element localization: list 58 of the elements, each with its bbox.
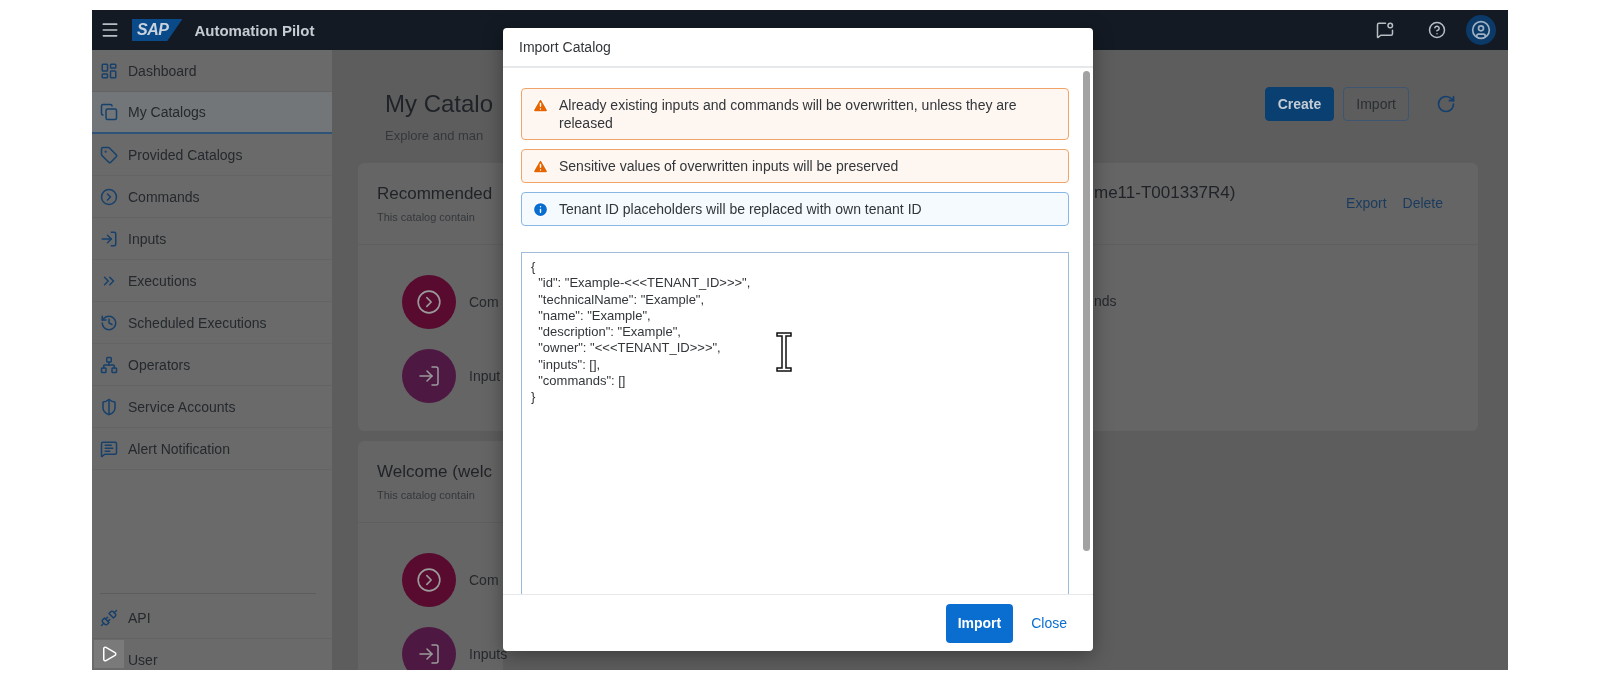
sidebar-label: Scheduled Executions [128,314,267,331]
scrollbar[interactable] [1083,71,1090,551]
sidebar-label: API [128,609,151,626]
shield-icon [100,397,118,416]
sidebar-label: Service Accounts [128,398,236,415]
message-icon [100,439,118,458]
entry-label: Com [469,572,499,588]
page-title: My Catalo [385,90,495,118]
close-button[interactable]: Close [1019,603,1079,643]
play-button[interactable] [94,640,124,668]
dialog-title: Import Catalog [503,28,1093,68]
entry-label: Input [469,368,501,384]
history-icon [100,313,118,332]
message-text: Tenant ID placeholders will be replaced with own tenant ID [559,200,922,218]
menu-icon[interactable] [100,20,120,40]
login-icon [100,229,118,248]
sidebar-item[interactable]: My Catalogs [92,92,332,134]
entry-label: nds [1093,292,1118,309]
sidebar-label: Inputs [128,230,167,247]
card-title: Welcome (welc [377,462,493,482]
network-icon [100,355,118,374]
entry-label: Inputs [469,646,508,662]
create-button[interactable]: Create [1264,87,1335,121]
sidebar-label: Commands [128,188,200,205]
dashboard-icon [100,61,118,80]
avatar[interactable] [1466,15,1496,45]
play-icon [100,645,118,663]
sidebar-label: Operators [128,356,191,373]
command-circle-icon [402,553,456,607]
sidebar-label: Alert Notification [128,440,230,457]
input-circle-icon [402,349,456,403]
card-title: me11-T001337R4) [1094,183,1236,203]
input-circle-icon [402,627,456,670]
logo: SAP [132,19,183,41]
import-button[interactable]: Import [945,603,1014,643]
sidebar-label: Provided Catalogs [128,146,243,163]
text-cursor-icon [775,331,793,373]
plug-icon [100,608,118,627]
card-title: Recommended [377,184,494,204]
sidebar-label: Executions [128,272,197,289]
info-icon [532,201,549,218]
copy-icon [100,103,118,121]
card-link[interactable]: Export [1346,195,1387,211]
sidebar-label: My Catalogs [128,104,206,120]
warning-icon [532,158,549,175]
help-icon[interactable] [1428,21,1446,39]
chevron-circle-icon [100,187,118,206]
entry-label: Com [469,294,499,310]
card-link[interactable]: Delete [1402,195,1443,211]
app-title: Automation Pilot [194,21,315,39]
tag-icon [100,145,118,164]
message-text: Already existing inputs and commands will be overwritten, unless they are released [559,96,1018,132]
message-text: Sensitive values of overwritten inputs will be preserved [559,157,899,175]
warning-icon [532,97,549,114]
sidebar-label: User [128,651,158,668]
command-circle-icon [402,275,456,329]
chat-icon[interactable] [1376,21,1394,39]
sidebar-label: Dashboard [128,62,197,79]
